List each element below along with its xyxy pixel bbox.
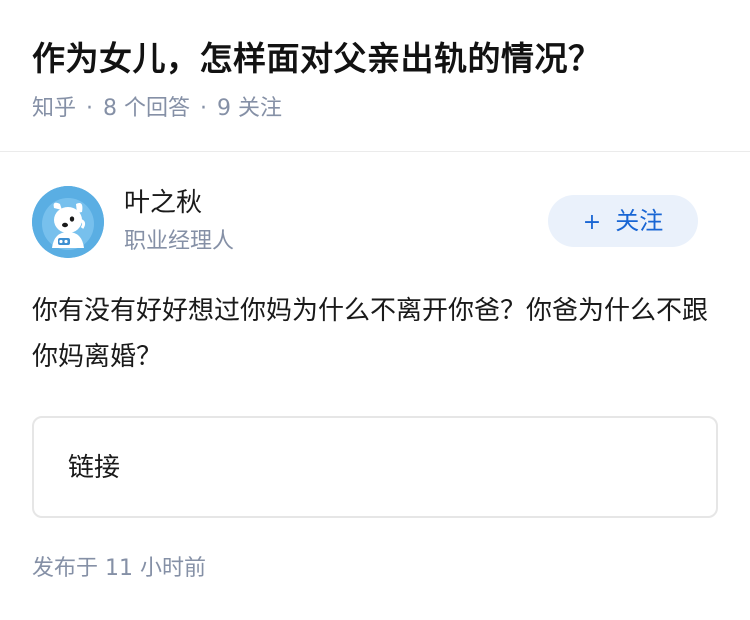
meta-separator: · xyxy=(200,96,208,121)
follow-button[interactable]: + 关注 xyxy=(548,195,698,247)
author-avatar[interactable] xyxy=(32,186,104,258)
question-meta: 知乎 · 8 个回答 · 9 关注 xyxy=(32,92,282,126)
answer-item: 叶之秋 职业经理人 + 关注 你有没有好好想过你妈为什么不离开你爸？你爸为什么不跟… xyxy=(0,152,750,620)
link-card[interactable]: 链接 xyxy=(32,416,718,518)
source-label: 知乎 xyxy=(32,96,77,121)
answer-content: 你有没有好好想过你妈为什么不离开你爸？你爸为什么不跟你妈离婚？ xyxy=(32,296,709,372)
publish-time: 发布于 11 小时前 xyxy=(32,556,206,581)
question-page: 作为女儿，怎样面对父亲出轨的情况？ 知乎 · 8 个回答 · 9 关注 叶之秋 xyxy=(0,0,750,620)
link-card-label: 链接 xyxy=(68,453,121,483)
dog-astronaut-avatar-icon xyxy=(32,186,104,258)
question-title[interactable]: 作为女儿，怎样面对父亲出轨的情况？ xyxy=(32,34,602,84)
plus-icon: + xyxy=(582,210,602,235)
answer-count[interactable]: 8 个回答 xyxy=(103,96,190,121)
follow-button-label: 关注 xyxy=(615,207,664,235)
author-headline: 职业经理人 xyxy=(124,229,235,254)
meta-separator: · xyxy=(86,96,94,121)
author-name[interactable]: 叶之秋 xyxy=(124,184,202,222)
question-header: 作为女儿，怎样面对父亲出轨的情况？ 知乎 · 8 个回答 · 9 关注 xyxy=(0,0,750,152)
follower-count[interactable]: 9 关注 xyxy=(217,96,282,121)
